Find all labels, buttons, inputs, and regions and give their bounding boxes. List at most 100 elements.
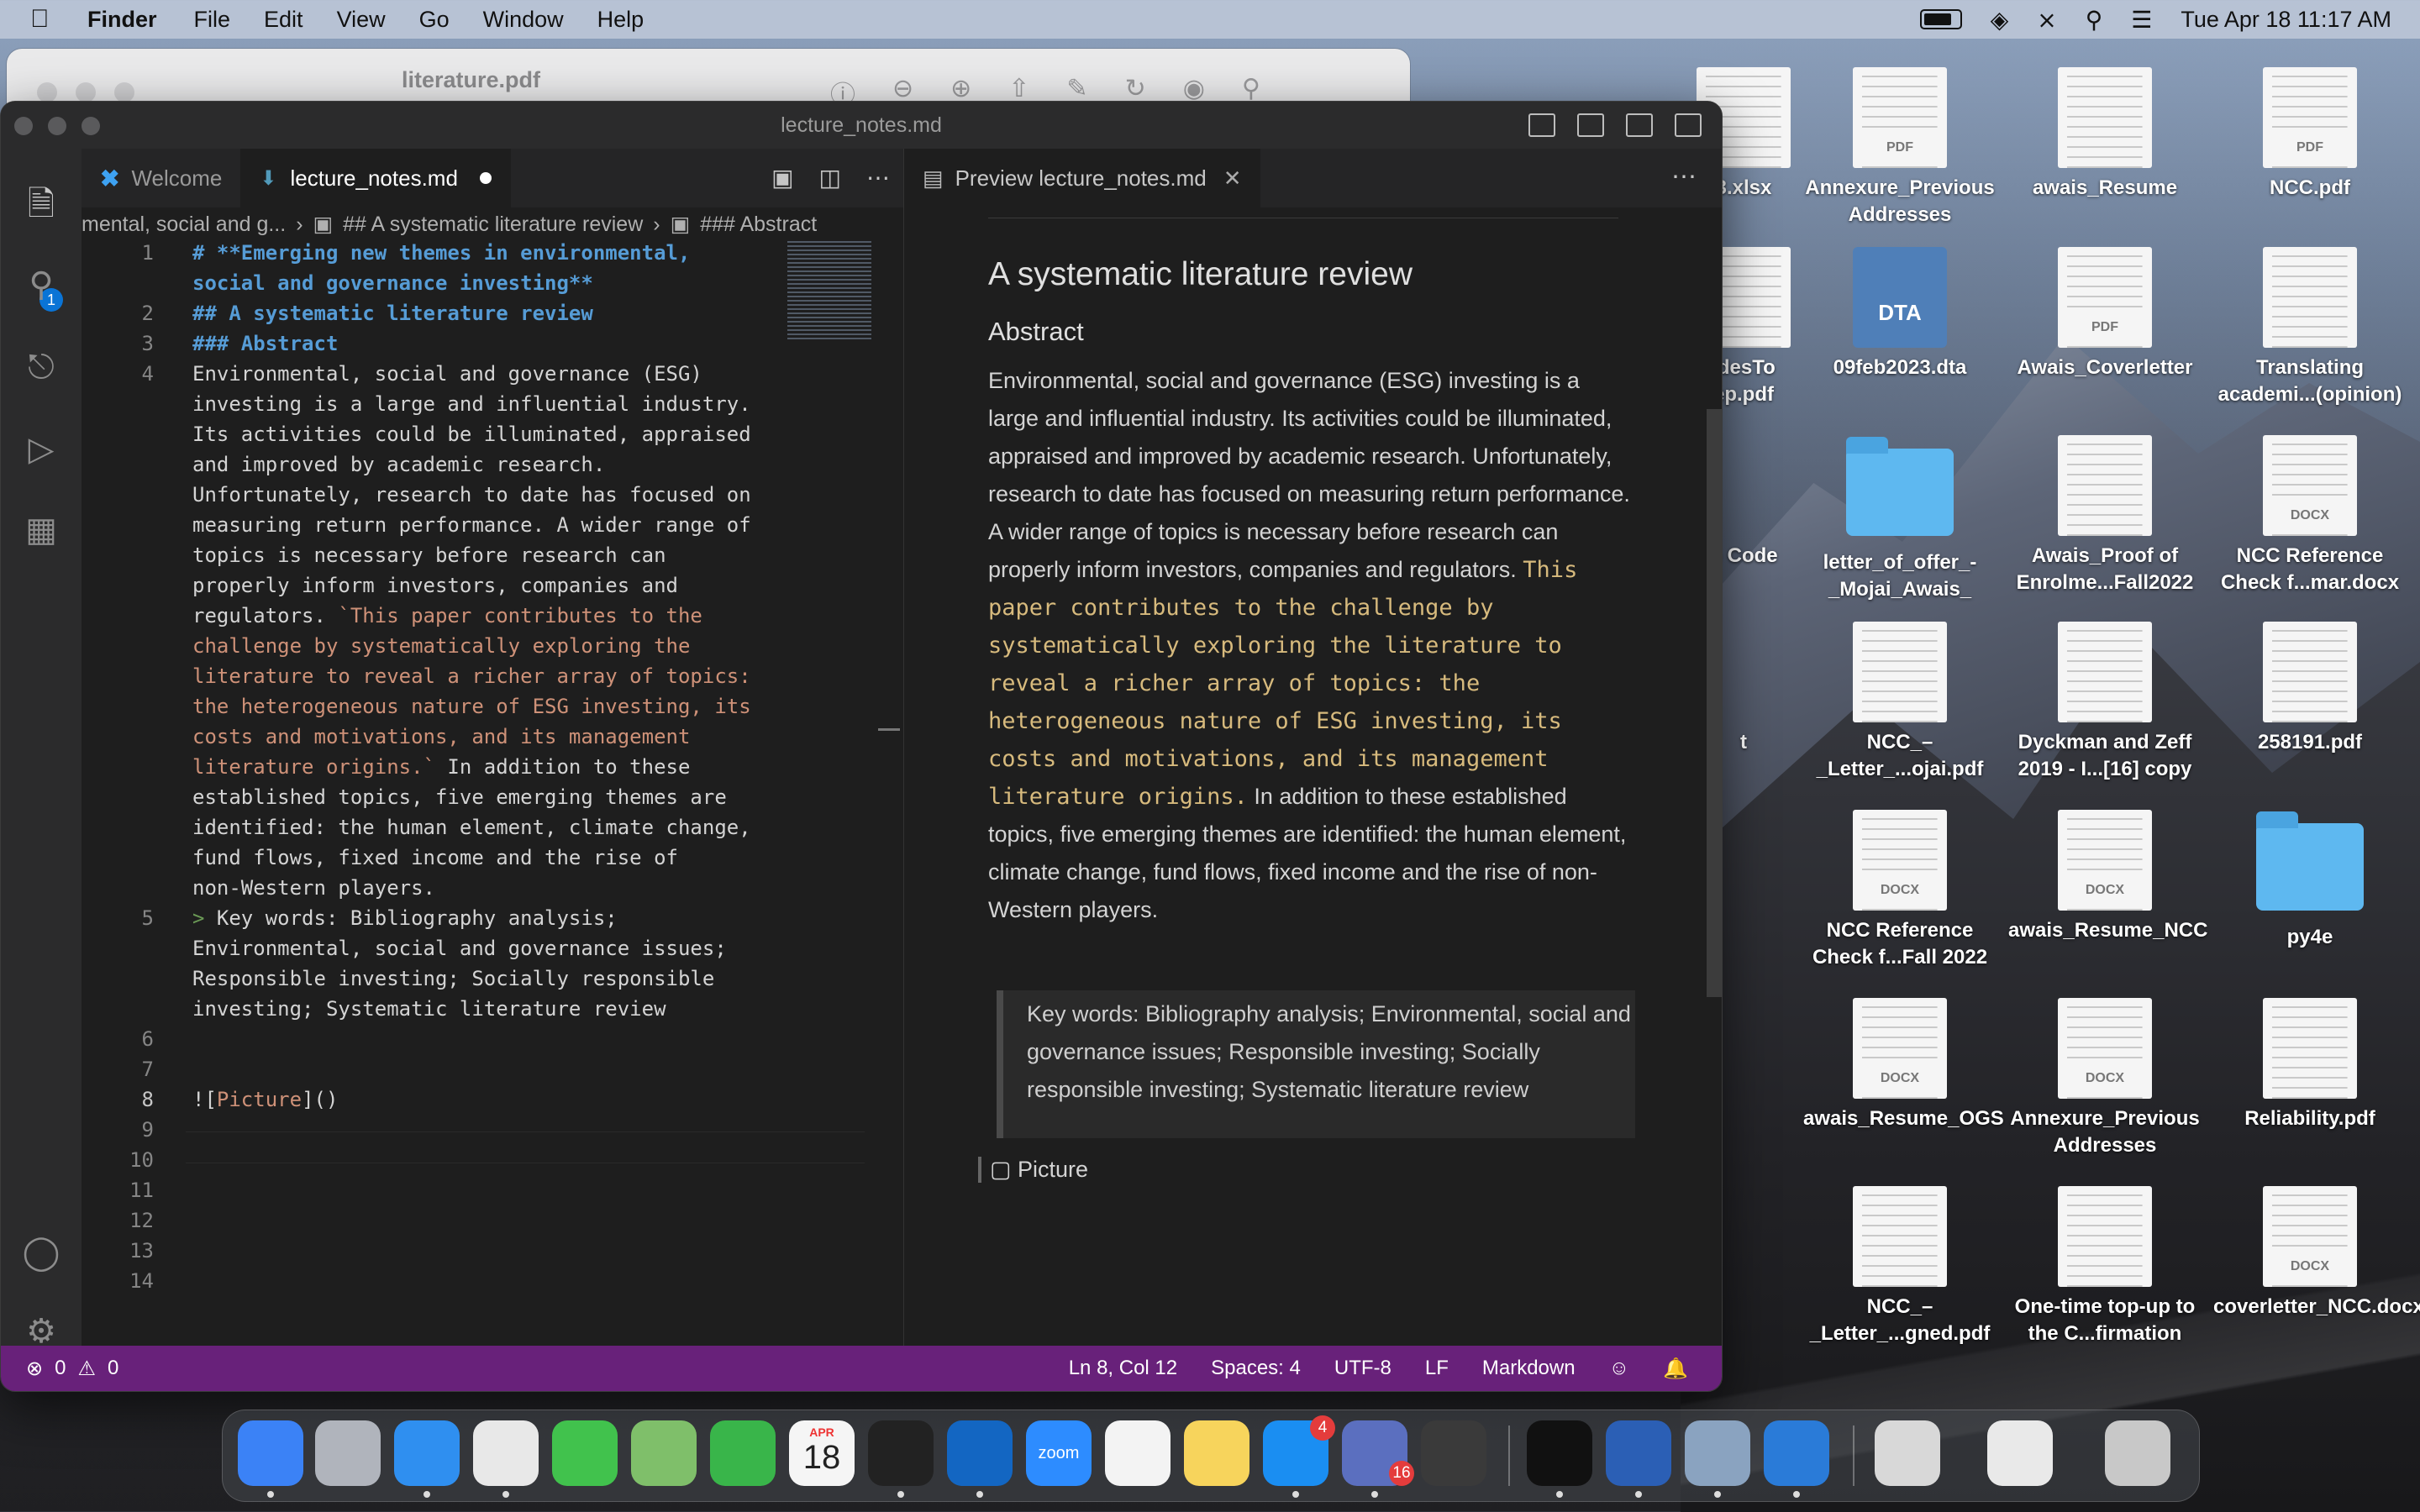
sash-handle[interactable] [878, 728, 900, 731]
accounts-icon[interactable]: ◯ [21, 1232, 61, 1273]
dock-maps-icon[interactable] [631, 1420, 697, 1486]
battery-icon[interactable] [1919, 9, 1962, 29]
desktop-icon[interactable]: NCC_–_Letter_...gned.pdf [1803, 1186, 1996, 1347]
code-line[interactable]: regulators. `This paper contributes to t… [192, 604, 702, 627]
desktop-icon[interactable]: DOCX Annexure_Previous Addresses [2008, 998, 2202, 1159]
dock-terminal-icon[interactable] [1527, 1420, 1592, 1486]
menu-app-name[interactable]: Finder [87, 7, 157, 33]
indentation[interactable]: Spaces: 4 [1211, 1357, 1301, 1381]
code-line[interactable]: ### Abstract [192, 332, 338, 355]
language-mode[interactable]: Markdown [1482, 1357, 1576, 1381]
apple-menu-icon[interactable]:  [30, 5, 64, 34]
control-center-icon[interactable]: ☰ [2131, 6, 2152, 34]
menu-help[interactable]: Help [597, 7, 644, 33]
open-preview-to-side-icon[interactable]: ▣ [771, 164, 793, 192]
notifications-bell-icon[interactable]: 🔔 [1663, 1357, 1688, 1381]
code-line[interactable]: costs and motivations, and its managemen… [192, 725, 690, 748]
broken-image[interactable]: ▢ Picture [978, 1157, 1088, 1183]
dock-safari-icon[interactable] [394, 1420, 460, 1486]
close-tab-icon[interactable]: ✕ [1223, 165, 1242, 192]
dock-reminders-icon[interactable] [1105, 1420, 1171, 1486]
code-line[interactable]: > Key words: Bibliography analysis; [192, 906, 618, 930]
code-line[interactable]: Responsible investing; Socially responsi… [192, 967, 714, 990]
feedback-icon[interactable]: ☺ [1609, 1357, 1630, 1381]
wifi-icon[interactable]: ◈ [1991, 6, 2009, 34]
split-editor-icon[interactable]: ◫ [819, 164, 841, 192]
desktop-icon[interactable]: py4e [2213, 810, 2407, 951]
menu-clock[interactable]: Tue Apr 18 11:17 AM [2181, 7, 2391, 33]
tab-lecture-notes[interactable]: ⬇ lecture_notes.md [241, 149, 511, 207]
customize-layout-icon[interactable] [1675, 113, 1702, 137]
dock-messages-icon[interactable] [552, 1420, 618, 1486]
unsaved-dot-icon[interactable] [479, 172, 492, 184]
code-line[interactable]: the heterogeneous nature of ESG investin… [192, 695, 751, 718]
desktop-icon[interactable]: awais_Resume [2008, 67, 2202, 202]
dock-calculator-icon[interactable] [1421, 1420, 1486, 1486]
scrollbar[interactable] [1707, 409, 1722, 997]
vscode-window[interactable]: lecture_notes.md 🗎 1 ⚲ ⎋ ▷ ▦ ◯ ⚙ ✖ Welco… [0, 101, 1723, 1392]
code-line[interactable]: Environmental, social and governance iss… [192, 937, 727, 960]
dock-word-icon[interactable] [1606, 1420, 1671, 1486]
desktop-icon[interactable]: PDF Annexure_Previous Addresses [1803, 67, 1996, 228]
dock-outlook-icon[interactable] [947, 1420, 1013, 1486]
code-line[interactable]: established topics, five emerging themes… [192, 785, 727, 809]
desktop-icon[interactable]: Reliability.pdf [2213, 998, 2407, 1132]
desktop-icon[interactable]: One-time top-up to the C...firmation [2008, 1186, 2202, 1347]
error-count[interactable]: 0 [55, 1357, 66, 1381]
menu-edit[interactable]: Edit [264, 7, 303, 33]
desktop-icon[interactable]: PDF NCC.pdf [2213, 67, 2407, 202]
code-line[interactable]: Environmental, social and governance (ES… [192, 362, 702, 386]
code-line[interactable]: social and governance investing** [192, 271, 593, 295]
menu-file[interactable]: File [194, 7, 231, 33]
minimap[interactable] [787, 241, 871, 342]
desktop-icon[interactable]: NCC_–_Letter_...ojai.pdf [1803, 622, 1996, 783]
dock-finder-icon[interactable] [238, 1420, 303, 1486]
menu-view[interactable]: View [337, 7, 386, 33]
menu-go[interactable]: Go [419, 7, 450, 33]
code-line[interactable]: Its activities could be illuminated, app… [192, 423, 751, 446]
code-line[interactable]: fund flows, fixed income and the rise of [192, 846, 678, 869]
code-line[interactable]: measuring return performance. A wider ra… [192, 513, 751, 537]
code-line[interactable]: investing; Systematic literature review [192, 997, 666, 1021]
explorer-icon[interactable]: 🗎 [21, 184, 61, 224]
dock-zoom-icon[interactable]: zoom [1026, 1420, 1092, 1486]
more-actions-icon[interactable]: ⋯ [1671, 162, 1697, 192]
desktop-icon[interactable]: letter_of_offer_-_Mojai_Awais_ [1803, 435, 1996, 603]
encoding[interactable]: UTF-8 [1334, 1357, 1392, 1381]
desktop-icon[interactable]: DOCX NCC Reference Check f...mar.docx [2213, 435, 2407, 596]
search-icon[interactable]: ⚲ [21, 265, 61, 305]
source-control-icon[interactable]: ⎋ [21, 347, 61, 387]
dock-downloads-icon[interactable] [1875, 1420, 1940, 1486]
code-line[interactable]: identified: the human element, climate c… [192, 816, 751, 839]
editor-group[interactable]: ✖ Welcome ⬇ lecture_notes.md ▣ ◫ ⋯ menta… [82, 149, 904, 1346]
desktop-icon[interactable]: DOCX awais_Resume_NCC [2008, 810, 2207, 944]
code-line[interactable]: and improved by academic research. [192, 453, 605, 476]
warning-count[interactable]: 0 [108, 1357, 118, 1381]
menu-window[interactable]: Window [483, 7, 564, 33]
desktop-icon[interactable]: Translating academi...(opinion) [2213, 247, 2407, 408]
desktop-icon[interactable]: DOCX coverletter_NCC.docx [2213, 1186, 2420, 1320]
dock-launchpad-icon[interactable] [315, 1420, 381, 1486]
bluetooth-icon[interactable]: ⨯ [2037, 6, 2056, 34]
desktop-icon[interactable]: Dyckman and Zeff 2019 - I...[16] copy [2008, 622, 2202, 783]
dock-chrome-icon[interactable] [473, 1420, 539, 1486]
breadcrumb-item[interactable]: mental, social and g... [82, 213, 286, 237]
code-line[interactable]: literature origins.` In addition to thes… [192, 755, 690, 779]
minimize-dot[interactable] [76, 82, 96, 102]
vscode-titlebar[interactable]: lecture_notes.md [1, 102, 1722, 150]
code-line[interactable]: topics is necessary before research can [192, 543, 666, 567]
breadcrumb-item[interactable]: ## A systematic literature review [343, 213, 643, 237]
toggle-primary-sidebar-icon[interactable] [1528, 113, 1555, 137]
code-line[interactable]: Unfortunately, research to date has focu… [192, 483, 751, 507]
close-dot[interactable] [37, 82, 57, 102]
tab-welcome[interactable]: ✖ Welcome [82, 149, 242, 207]
spotlight-search-icon[interactable]: ⚲ [2086, 6, 2103, 34]
run-debug-icon[interactable]: ▷ [21, 429, 61, 470]
dock-calendar-icon[interactable]: APR 18 [789, 1420, 855, 1486]
cursor-position[interactable]: Ln 8, Col 12 [1069, 1357, 1177, 1381]
dock-trash-icon[interactable] [2105, 1420, 2170, 1486]
dock-facetime-icon[interactable] [710, 1420, 776, 1486]
desktop-icon[interactable]: DOCX awais_Resume_OGS [1803, 998, 2004, 1132]
code-line[interactable]: ![Picture]() [192, 1088, 338, 1111]
extensions-icon[interactable]: ▦ [21, 510, 61, 550]
